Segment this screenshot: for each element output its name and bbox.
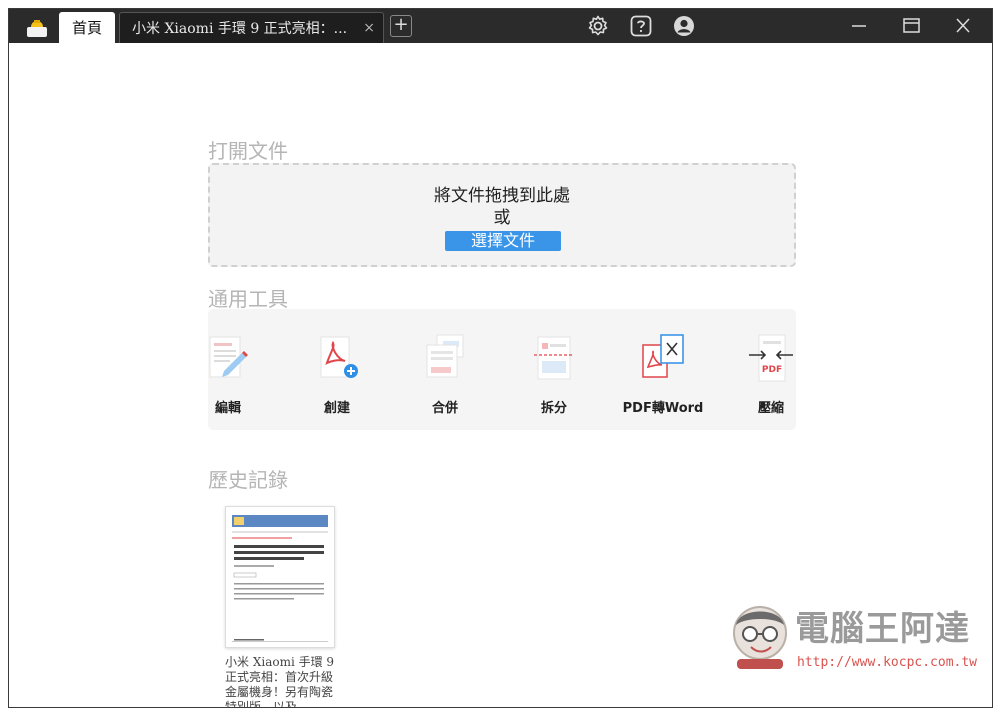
maximize-icon[interactable] [891,13,931,39]
file-drop-zone[interactable]: 將文件拖拽到此處 或 選擇文件 [208,163,796,267]
watermark-url: http://www.kocpc.com.tw [797,655,978,670]
close-icon[interactable] [943,13,983,39]
create-pdf-icon [320,336,358,378]
choose-file-button[interactable]: 選擇文件 [445,231,561,251]
tab-close-icon[interactable]: × [363,20,375,36]
tool-pdf-to-word-label: PDF轉Word [622,401,704,416]
history-heading: 歷史記錄 [208,468,288,492]
tool-create[interactable]: 創建 [287,309,387,430]
mascot-logo-icon [733,606,787,669]
tool-pdf-to-word[interactable]: PDF轉Word [613,309,713,430]
or-text: 或 [493,208,511,228]
minimize-icon[interactable] [839,13,879,39]
gear-icon[interactable] [586,14,610,38]
app-logo-icon [27,20,47,37]
help-icon[interactable] [629,14,653,38]
watermark-title: 電腦王阿達 [795,609,970,649]
tool-merge[interactable]: 合併 [395,309,495,430]
tool-create-label: 創建 [323,401,350,416]
tool-compress[interactable]: PDF 壓縮 [721,309,821,430]
split-icon [534,336,574,380]
account-icon[interactable] [672,14,696,38]
tool-compress-label: 壓縮 [757,401,784,416]
tools-heading: 通用工具 [208,287,288,311]
tab-document[interactable]: 小米 Xiaomi 手環 9 正式亮相：... × [119,12,384,43]
tool-split[interactable]: 拆分 [504,309,604,430]
open-file-heading: 打開文件 [208,139,288,163]
merge-icon [426,334,464,378]
tool-split-label: 拆分 [540,401,567,416]
tool-edit-label: 編輯 [214,401,241,416]
tools-panel: 編輯 創建 合併 拆分 PDF轉Word PDF 壓縮 [208,309,796,430]
tab-home-label: 首頁 [71,19,102,37]
svg-text:PDF: PDF [762,365,782,375]
document-thumbnail-icon [232,515,328,642]
tab-document-label: 小米 Xiaomi 手環 9 正式亮相：... [132,21,348,37]
tab-home[interactable]: 首頁 [59,12,115,43]
add-tab-button[interactable]: + [390,15,412,37]
tool-edit[interactable]: 編輯 [178,309,278,430]
edit-icon [209,336,248,378]
app-window: 首頁 小米 Xiaomi 手環 9 正式亮相：... × + 打開文件 將文件拖… [8,8,993,708]
history-item-thumbnail[interactable] [225,506,335,648]
title-bar: 首頁 小米 Xiaomi 手環 9 正式亮相：... × + [9,9,992,43]
history-item-name: 小米 Xiaomi 手環 9 正式亮相：首次升級金屬機身！另有陶瓷特別版，以及 [225,655,335,708]
pdf-to-word-icon [642,334,684,378]
compress-icon: PDF [749,334,793,382]
watermark: 電腦王阿達 http://www.kocpc.com.tw [727,597,987,679]
tool-merge-label: 合併 [431,401,458,416]
